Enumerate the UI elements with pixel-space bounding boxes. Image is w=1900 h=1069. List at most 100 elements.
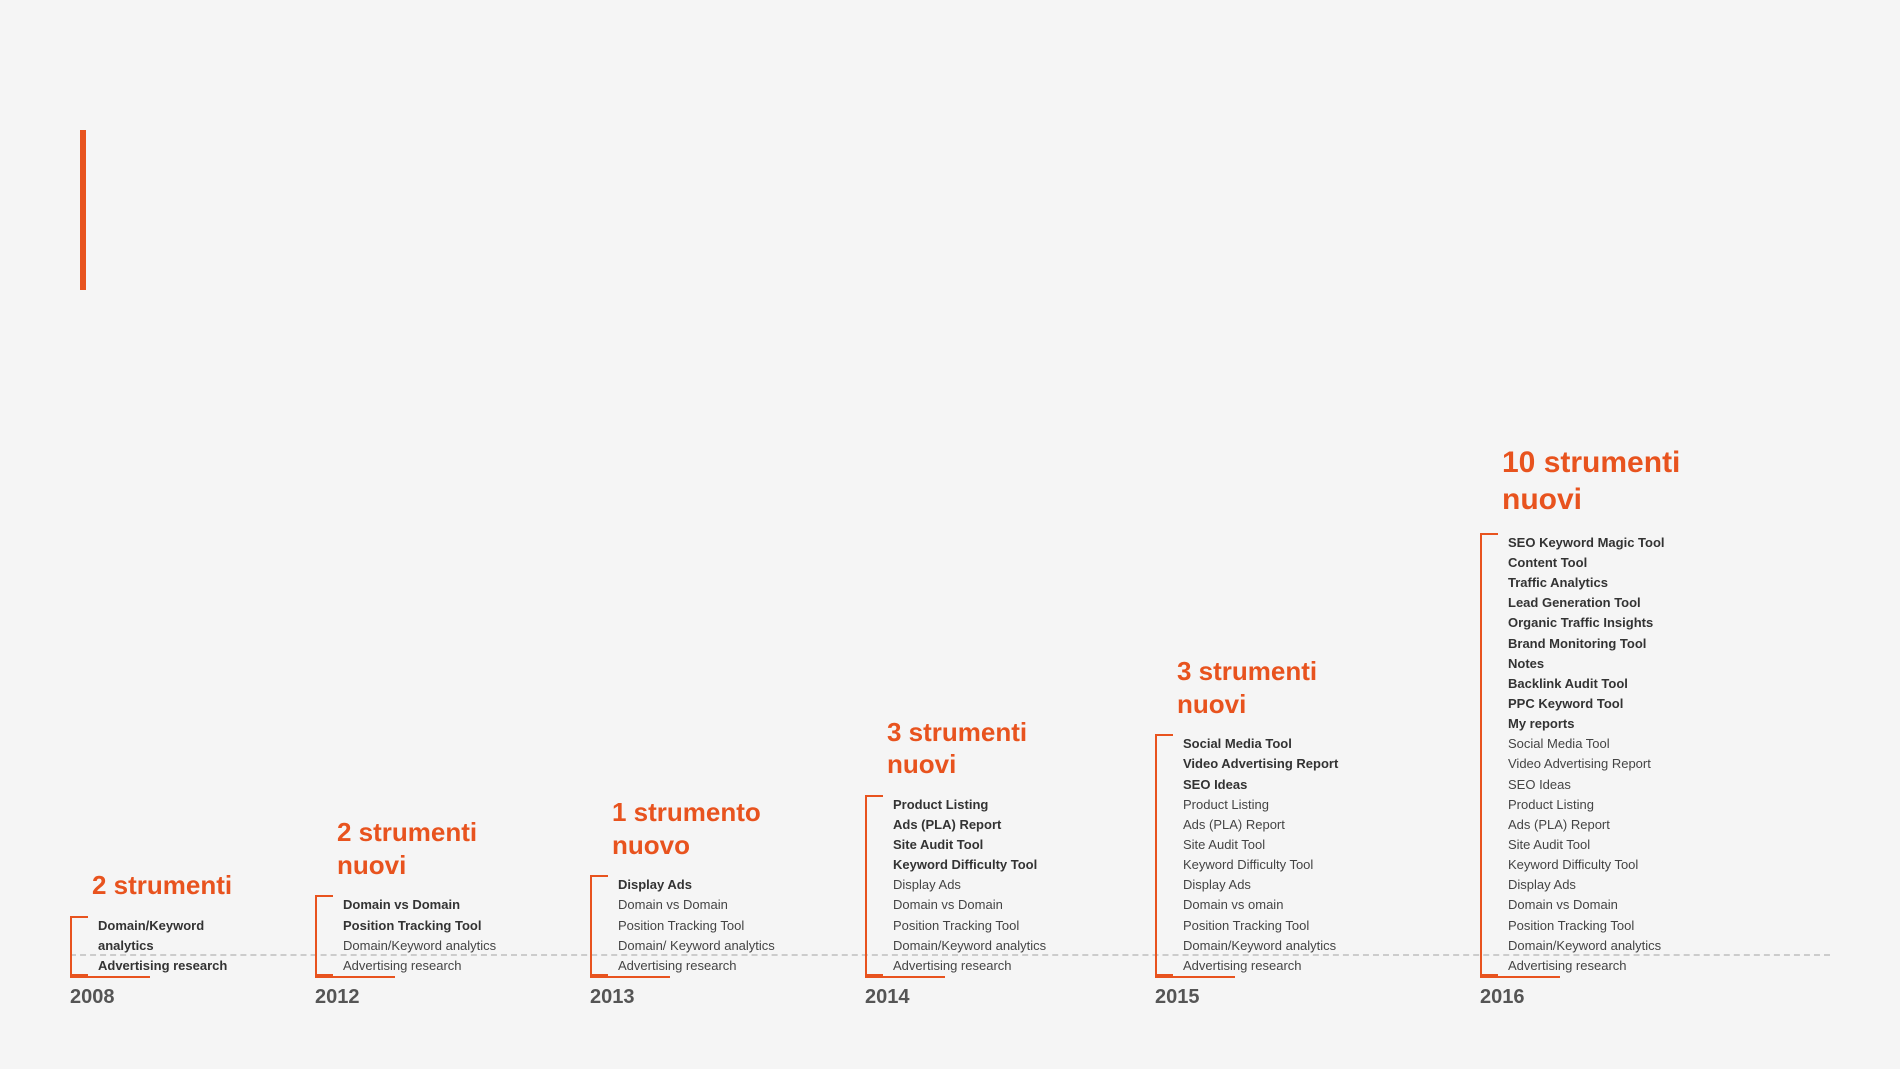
bracket-bottom-corner: [590, 962, 608, 976]
title-accent-bar: [80, 130, 86, 290]
count-label-2016: 10 strumentinuovi: [1480, 444, 1680, 519]
tool-list-item: Domain/ Keyword analytics: [618, 936, 775, 956]
tool-list-item: Display Ads: [1183, 875, 1338, 895]
tool-list-item: Notes: [1508, 654, 1665, 674]
tool-list-item: Advertising research: [1183, 956, 1338, 976]
tool-list-item: Keyword Difficulty Tool: [893, 855, 1046, 875]
tool-list-item: Content Tool: [1508, 553, 1665, 573]
tool-list-item: Organic Traffic Insights: [1508, 613, 1665, 633]
tool-list-item: Product ListingAds (PLA) Report: [1508, 795, 1665, 835]
tool-list-2015: Social Media ToolVideo Advertising Repor…: [1183, 734, 1338, 976]
tool-list-item: Domain/Keyword analytics: [98, 916, 255, 956]
tool-list-item: Domain vs Domain: [1508, 895, 1665, 915]
tool-list-item: Position Tracking Tool: [343, 916, 496, 936]
tool-list-item: Advertising research: [98, 956, 255, 976]
bracket-vertical-line: [865, 809, 867, 962]
tool-list-item: Advertising research: [618, 956, 775, 976]
tool-list-2012: Domain vs DomainPosition Tracking ToolDo…: [343, 895, 496, 976]
tool-list-item: Advertising research: [893, 956, 1046, 976]
tool-list-item: Position Tracking Tool: [1508, 916, 1665, 936]
year-label-2013: 2013: [590, 986, 635, 1009]
year-col-2012: 2 strumentinuovi Domain vs DomainPosition…: [315, 816, 530, 1009]
tool-list-item: Lead Generation Tool: [1508, 593, 1665, 613]
year-label-2015: 2015: [1155, 986, 1200, 1009]
tool-list-item: Position Tracking Tool: [1183, 916, 1338, 936]
bracket-top-corner: [315, 895, 333, 909]
bracket-bottom-corner: [70, 962, 88, 976]
tool-list-2008: Domain/Keyword analyticsAdvertising rese…: [98, 916, 255, 976]
bracket-bottom-corner: [315, 962, 333, 976]
tool-list-item: Social Media Tool: [1183, 734, 1338, 754]
tool-list-item: Keyword Difficulty Tool: [1183, 855, 1338, 875]
tool-list-item: Keyword Difficulty Tool: [1508, 855, 1665, 875]
tool-list-item: Domain/Keyword analytics: [893, 936, 1046, 956]
tool-list-item: PPC Keyword Tool: [1508, 694, 1665, 714]
bracket-bottom-horizontal: [315, 976, 395, 978]
tool-list-item: Site Audit Tool: [1508, 835, 1665, 855]
bracket-bottom-horizontal: [70, 976, 150, 978]
year-label-2016: 2016: [1480, 986, 1525, 1009]
bracket-top-corner: [70, 916, 88, 930]
bracket-vertical-line: [1480, 547, 1482, 962]
tool-list-2014: Product ListingAds (PLA) ReportSite Audi…: [893, 795, 1046, 976]
tool-list-item: Domain vs Domain: [343, 895, 496, 915]
year-col-2013: 1 strumentonuovo Display AdsDomain vs Dom…: [590, 796, 805, 1009]
count-label-2015: 3 strumentinuovi: [1155, 655, 1317, 720]
bracket-bottom-corner: [1480, 962, 1498, 976]
bracket-vertical-line: [1155, 748, 1157, 962]
tool-list-item: Domain vs Domain: [618, 895, 775, 915]
year-label-2012: 2012: [315, 986, 360, 1009]
bracket-vertical-line: [315, 909, 317, 962]
bracket-top-corner: [590, 875, 608, 889]
tool-list-item: Backlink Audit Tool: [1508, 674, 1665, 694]
bracket-bottom-corner: [865, 962, 883, 976]
bracket-bottom-horizontal: [1155, 976, 1235, 978]
bracket-bottom-horizontal: [865, 976, 945, 978]
tool-list-item: SEO Ideas: [1183, 775, 1338, 795]
tool-list-item: Display Ads: [618, 875, 775, 895]
tool-list-item: Position Tracking Tool: [618, 916, 775, 936]
tool-list-item: Domain/Keyword analytics: [343, 936, 496, 956]
bracket-top-corner: [865, 795, 883, 809]
year-label-2014: 2014: [865, 986, 910, 1009]
count-label-2013: 1 strumentonuovo: [590, 796, 761, 861]
tool-list-item: Site Audit Tool: [1183, 835, 1338, 855]
tool-list-item: SEO Ideas: [1508, 775, 1665, 795]
tool-list-item: Display Ads: [893, 875, 1046, 895]
bracket-bottom-corner: [1155, 962, 1173, 976]
count-label-2014: 3 strumentinuovi: [865, 716, 1027, 781]
bracket-vertical-line: [70, 930, 72, 962]
tool-list-2013: Display AdsDomain vs DomainPosition Trac…: [618, 875, 775, 976]
tool-list-item: SEO Keyword Magic Tool: [1508, 533, 1665, 553]
year-col-2008: 2 strumenti Domain/Keyword analyticsAdver…: [70, 869, 255, 1009]
title-block: [80, 130, 106, 290]
tool-list-item: Product ListingAds (PLA) Report: [893, 795, 1046, 835]
bracket-bottom-horizontal: [1480, 976, 1560, 978]
tool-list-item: Advertising research: [343, 956, 496, 976]
year-col-2014: 3 strumentinuovi Product ListingAds (PLA)…: [865, 716, 1095, 1009]
year-col-2016: 10 strumentinuovi SEO Keyword Magic ToolC…: [1480, 444, 1830, 1009]
count-label-2012: 2 strumentinuovi: [315, 816, 477, 881]
count-label-2008: 2 strumenti: [70, 869, 232, 902]
tool-list-item: Brand Monitoring Tool: [1508, 634, 1665, 654]
page: 2 strumentiDomain/Keyword analyticsAdver…: [0, 0, 1900, 1069]
bracket-vertical-line: [590, 889, 592, 962]
tool-list-item: Product ListingAds (PLA) Report: [1183, 795, 1338, 835]
year-col-2015: 3 strumentinuovi Social Media ToolVideo A…: [1155, 655, 1420, 1009]
tool-list-item: Domain/Keyword analytics: [1183, 936, 1338, 956]
timeline: 2 strumentiDomain/Keyword analyticsAdver…: [0, 444, 1900, 1009]
tool-list-item: Display Ads: [1508, 875, 1665, 895]
bracket-top-corner: [1480, 533, 1498, 547]
tool-list-item: Site Audit Tool: [893, 835, 1046, 855]
bracket-bottom-horizontal: [590, 976, 670, 978]
tool-list-2016: SEO Keyword Magic ToolContent ToolTraffi…: [1508, 533, 1665, 976]
tool-list-item: Position Tracking Tool: [893, 916, 1046, 936]
tool-list-item: My reports: [1508, 714, 1665, 734]
bracket-top-corner: [1155, 734, 1173, 748]
tool-list-item: Domain vs omain: [1183, 895, 1338, 915]
tool-list-item: Advertising research: [1508, 956, 1665, 976]
year-label-2008: 2008: [70, 986, 115, 1009]
tool-list-item: Video Advertising Report: [1508, 754, 1665, 774]
tool-list-item: Social Media Tool: [1508, 734, 1665, 754]
tool-list-item: Traffic Analytics: [1508, 573, 1665, 593]
